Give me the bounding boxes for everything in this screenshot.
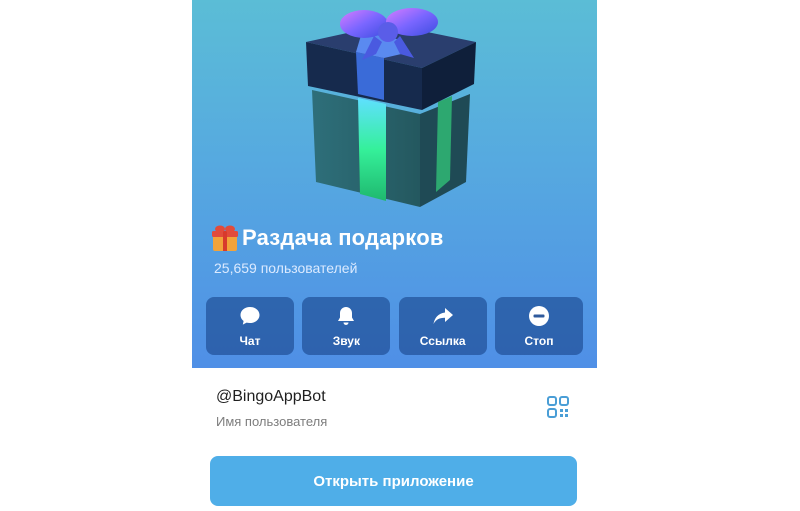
bell-icon <box>338 307 355 325</box>
subscriber-count: 25,659 пользователей <box>214 260 358 276</box>
username-section: @BingoAppBot Имя пользователя <box>192 368 597 438</box>
chat-bubble-icon <box>240 307 260 325</box>
qr-code-icon[interactable] <box>546 395 570 419</box>
profile-header: Раздача подарков 25,659 пользователей Ча… <box>192 0 597 368</box>
bot-username[interactable]: @BingoAppBot <box>216 388 326 406</box>
link-button-label: Ссылка <box>419 334 466 348</box>
bot-profile-screen: Раздача подарков 25,659 пользователей Ча… <box>192 0 597 511</box>
link-button[interactable]: Ссылка <box>398 297 487 355</box>
chat-button-label: Чат <box>239 334 261 348</box>
action-buttons-row: Чат Звук Ссылка Стоп <box>206 297 583 355</box>
gift-box-icon <box>306 8 476 207</box>
chat-button[interactable]: Чат <box>206 297 294 355</box>
stop-circle-icon <box>528 306 549 326</box>
share-arrow-icon <box>433 308 453 324</box>
sound-button-label: Звук <box>332 334 360 348</box>
sound-button[interactable]: Звук <box>302 297 391 355</box>
wrapped-gift-emoji-icon <box>212 225 238 251</box>
stop-button[interactable]: Стоп <box>494 297 583 355</box>
username-caption: Имя пользователя <box>216 414 328 429</box>
channel-title-row: Раздача подарков <box>210 222 444 254</box>
open-app-button[interactable]: Открыть приложение <box>210 456 577 506</box>
stop-button-label: Стоп <box>524 334 554 348</box>
channel-title: Раздача подарков <box>242 225 444 250</box>
